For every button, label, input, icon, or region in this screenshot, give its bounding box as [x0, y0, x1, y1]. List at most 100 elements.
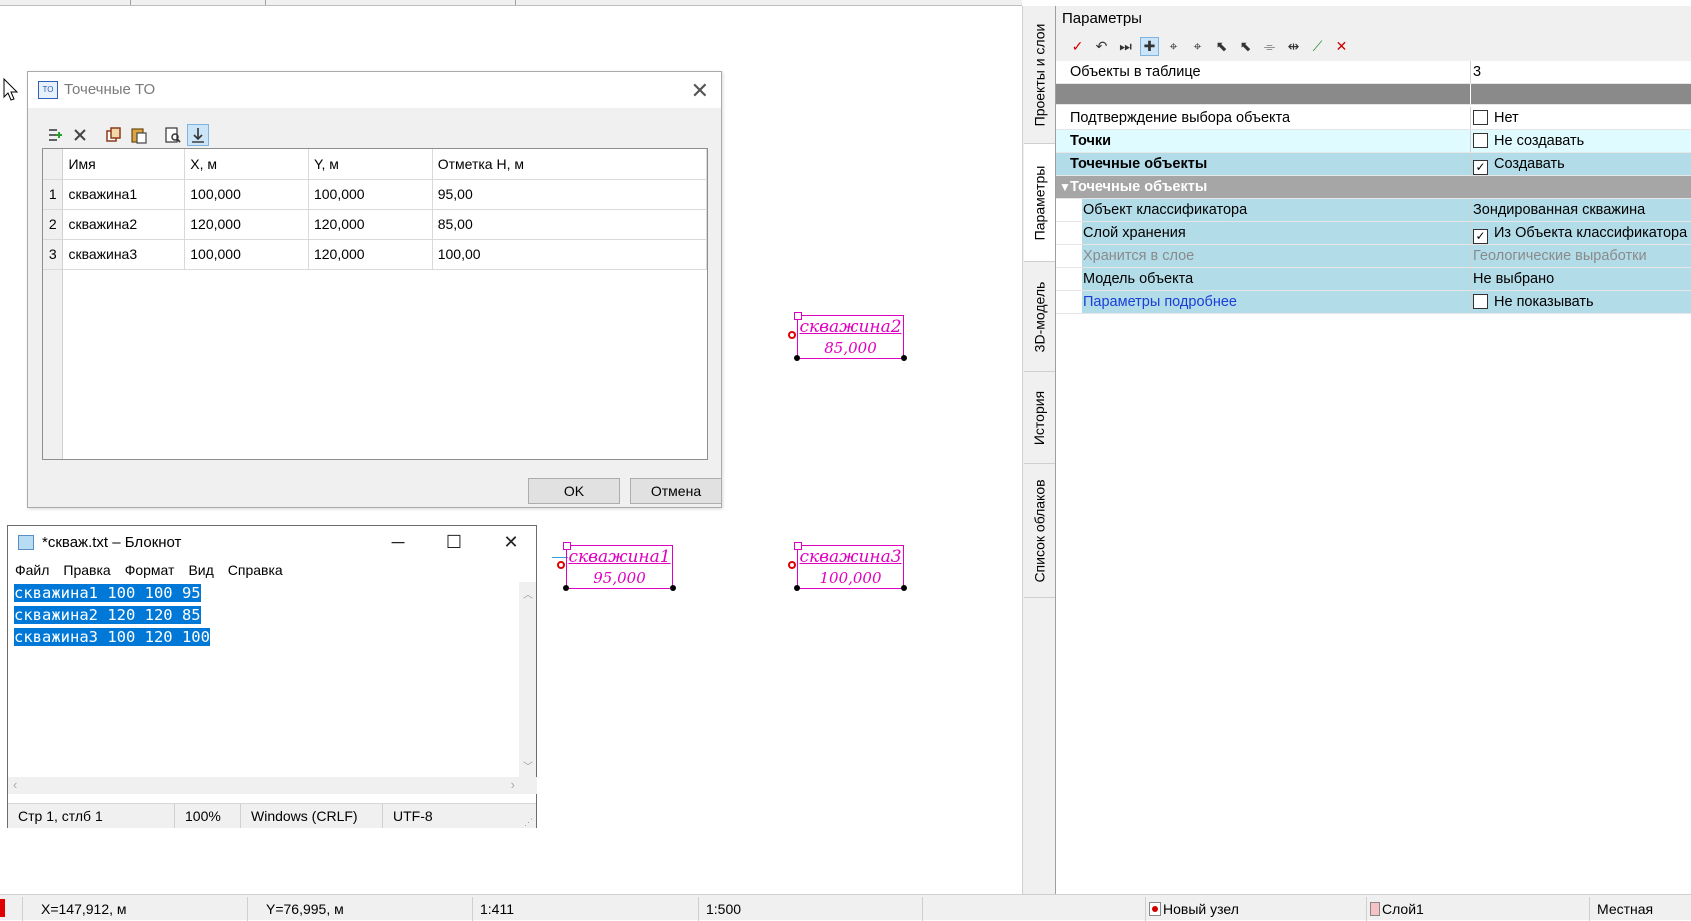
cell-name[interactable]: скважина3	[62, 239, 186, 270]
table-row[interactable]: 2 скважина2 120,000 120,000 85,00	[43, 209, 708, 240]
add-row-icon[interactable]	[44, 124, 66, 146]
coordinate-system[interactable]: Местная	[1589, 897, 1653, 921]
cell-x[interactable]: 120,000	[184, 209, 309, 240]
cell-x[interactable]: 100,000	[184, 179, 309, 210]
ok-button[interactable]: OK	[528, 478, 620, 504]
snap-center-icon[interactable]: ⌖	[1188, 37, 1207, 56]
notepad-titlebar[interactable]: *скваж.txt – Блокнот ─ ☐ ✕	[8, 526, 536, 558]
checkbox-checked[interactable]: ✓	[1473, 160, 1488, 175]
table-row[interactable]: 3 скважина3 100,000 120,000 100,00	[43, 239, 708, 270]
delete-icon[interactable]	[69, 124, 91, 146]
checkbox[interactable]	[1473, 133, 1488, 148]
cell-h[interactable]: 85,00	[432, 209, 708, 240]
row-number[interactable]: 3	[43, 239, 64, 270]
minimize-icon[interactable]: ─	[375, 529, 421, 555]
active-layer[interactable]: Слой1	[1366, 897, 1424, 921]
column-header[interactable]: X, м	[184, 149, 309, 180]
vertical-scrollbar[interactable]: ︿ ﹀	[519, 582, 536, 777]
cancel-icon[interactable]: ✕	[1332, 37, 1351, 56]
column-header[interactable]: Имя	[62, 149, 186, 180]
row-number[interactable]: 1	[43, 179, 64, 210]
align-icon[interactable]: ⌯	[1260, 37, 1279, 56]
param-point-objects[interactable]: Точечные объекты ✓ Создавать	[1056, 153, 1691, 176]
cell-y[interactable]: 100,000	[308, 179, 433, 210]
tab-history[interactable]: История	[1024, 372, 1055, 464]
param-stored-in-layer: Хранится в слое Геологические выработки	[1056, 245, 1691, 268]
notepad-icon	[18, 535, 34, 550]
text-line: скважина2 120 120 85	[14, 606, 201, 624]
app-statusbar: X=147,912, м Y=76,995, м 1:411 1:500 Нов…	[0, 894, 1691, 921]
cell-h[interactable]: 95,00	[432, 179, 708, 210]
param-storage-layer[interactable]: Слой хранения ✓ Из Объекта классификатора	[1056, 222, 1691, 245]
cell-x[interactable]: 100,000	[184, 239, 309, 270]
row-number[interactable]: 2	[43, 209, 64, 240]
select-point-icon[interactable]: ⬉	[1236, 37, 1255, 56]
checkbox-checked[interactable]: ✓	[1473, 229, 1488, 244]
cell-h[interactable]: 100,00	[432, 239, 708, 270]
dialog-title: Точечные ТО	[64, 81, 156, 98]
point-marker	[788, 331, 796, 339]
close-icon[interactable]: ✕	[691, 78, 709, 104]
map-scale[interactable]: 1:500	[698, 897, 741, 921]
well-elevation: 95,000	[593, 569, 646, 587]
well-elevation: 85,000	[824, 339, 877, 357]
tab-3d-model[interactable]: 3D-модель	[1024, 262, 1055, 372]
tab-parameters[interactable]: Параметры	[1024, 144, 1055, 262]
preview-icon[interactable]	[162, 124, 184, 146]
maximize-icon[interactable]: ☐	[431, 529, 477, 555]
notepad-editor[interactable]: скважина1 100 100 95 скважина2 120 120 8…	[8, 582, 520, 777]
app-icon: TO	[38, 81, 58, 99]
param-classifier-object[interactable]: Объект классификатора Зондированная сква…	[1056, 199, 1691, 222]
notepad-menubar: Файл Правка Формат Вид Справка	[8, 559, 536, 581]
cell-y[interactable]: 120,000	[308, 209, 433, 240]
apply-icon[interactable]: ✓	[1068, 37, 1087, 56]
horizontal-scrollbar[interactable]: ‹ ›	[8, 777, 520, 794]
cancel-button[interactable]: Отмена	[630, 478, 722, 504]
dialog-titlebar[interactable]: TO Точечные ТО ✕	[28, 72, 721, 108]
checkbox[interactable]	[1473, 294, 1488, 309]
notepad-statusbar: Стр 1, стлб 1 100% Windows (CRLF) UTF-8 …	[8, 803, 536, 828]
status-indicator	[0, 899, 5, 917]
import-icon[interactable]	[187, 124, 209, 146]
dialog-toolbar	[44, 123, 209, 147]
param-confirm-selection[interactable]: Подтверждение выбора объекта Нет	[1056, 107, 1691, 130]
cell-y[interactable]: 120,000	[308, 239, 433, 270]
param-objects-in-table[interactable]: Объекты в таблице 3	[1056, 61, 1691, 84]
split-icon[interactable]: ⇹	[1284, 37, 1303, 56]
step-forward-icon[interactable]: ⏭	[1116, 37, 1135, 56]
menu-view[interactable]: Вид	[181, 559, 220, 581]
notepad-window: *скваж.txt – Блокнот ─ ☐ ✕ Файл Правка Ф…	[7, 525, 537, 828]
table-row[interactable]: 1 скважина1 100,000 100,000 95,00	[43, 179, 708, 210]
node-mode[interactable]: Новый узел	[1145, 897, 1239, 921]
points-table[interactable]: Имя X, м Y, м Отметка H, м 1 скважина1 1…	[42, 148, 708, 460]
undo-icon[interactable]: ↶	[1092, 37, 1111, 56]
cross-icon[interactable]: ✚	[1140, 36, 1159, 56]
well-name: скважина3	[799, 547, 902, 567]
param-object-model[interactable]: Модель объекта Не выбрано	[1056, 268, 1691, 291]
menu-file[interactable]: Файл	[8, 559, 56, 581]
menu-edit[interactable]: Правка	[56, 559, 117, 581]
checkbox[interactable]	[1473, 110, 1488, 125]
notepad-title: *скваж.txt – Блокнот	[42, 534, 182, 551]
select-object-icon[interactable]: ⬉	[1212, 37, 1231, 56]
line-ending: Windows (CRLF)	[240, 804, 358, 828]
paste-icon[interactable]	[128, 124, 150, 146]
pipette-icon[interactable]: ⟋	[1308, 37, 1327, 56]
copy-icon[interactable]	[103, 124, 125, 146]
column-header[interactable]: Y, м	[308, 149, 433, 180]
cell-name[interactable]: скважина2	[62, 209, 186, 240]
text-line: скважина3 100 120 100	[14, 628, 210, 646]
param-details[interactable]: Параметры подробнее Не показывать	[1056, 291, 1691, 314]
tab-projects-layers[interactable]: Проекты и слои	[1024, 6, 1055, 144]
x-coordinate: X=147,912, м	[22, 897, 127, 921]
menu-help[interactable]: Справка	[221, 559, 290, 581]
param-points[interactable]: Точки Не создавать	[1056, 130, 1691, 153]
tab-cloud-list[interactable]: Список облаков	[1024, 464, 1055, 598]
snap-point-icon[interactable]: ⌖	[1164, 37, 1183, 56]
menu-format[interactable]: Формат	[118, 559, 182, 581]
parameters-toolbar: ✓ ↶ ⏭ ✚ ⌖ ⌖ ⬉ ⬉ ⌯ ⇹ ⟋ ✕	[1056, 31, 1691, 61]
group-point-objects[interactable]: ▼ Точечные объекты	[1056, 176, 1691, 199]
close-icon[interactable]: ✕	[488, 529, 534, 555]
column-header[interactable]: Отметка H, м	[432, 149, 708, 180]
cell-name[interactable]: скважина1	[62, 179, 186, 210]
